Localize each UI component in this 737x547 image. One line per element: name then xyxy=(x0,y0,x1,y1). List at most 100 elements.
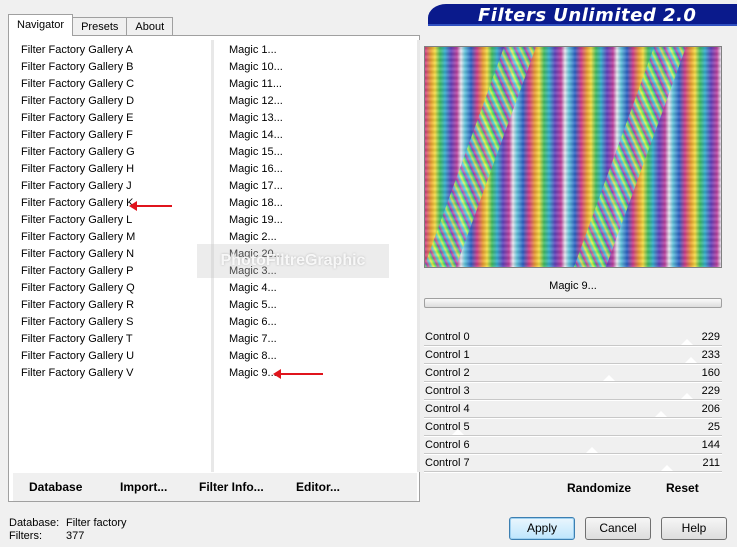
import-button[interactable]: Import... xyxy=(120,480,167,494)
control-slider[interactable]: Control 0 229 xyxy=(424,329,722,347)
control-slider[interactable]: Control 5 25 xyxy=(424,419,722,437)
status-database: Database: Filter factory xyxy=(9,517,127,529)
filter-item[interactable]: Magic 13... xyxy=(229,110,419,127)
category-item[interactable]: Filter Factory Gallery P xyxy=(21,263,211,280)
filter-item[interactable]: Magic 17... xyxy=(229,178,419,195)
control-label: Control 3 xyxy=(425,385,470,397)
filter-item[interactable]: Magic 14... xyxy=(229,127,419,144)
control-value: 206 xyxy=(701,403,720,415)
filter-item[interactable]: Magic 18... xyxy=(229,195,419,212)
red-arrow-icon xyxy=(129,201,172,211)
filter-item[interactable]: Magic 10... xyxy=(229,59,419,76)
tab-presets[interactable]: Presets xyxy=(72,17,128,36)
database-button[interactable]: Database xyxy=(29,480,82,494)
category-item[interactable]: Filter Factory Gallery C xyxy=(21,76,211,93)
control-value: 211 xyxy=(702,457,720,469)
help-button[interactable]: Help xyxy=(661,517,727,540)
filter-preview xyxy=(424,46,722,268)
control-label: Control 0 xyxy=(425,331,470,343)
apply-button[interactable]: Apply xyxy=(509,517,575,540)
filter-list: Magic 1... Magic 10... Magic 11... Magic 12… xyxy=(229,42,419,382)
preview-overlay xyxy=(425,47,721,267)
control-slider[interactable]: Control 2 160 xyxy=(424,365,722,383)
reset-button[interactable]: Reset xyxy=(666,481,699,495)
filters-unlimited-dialog: Filters Unlimited 2.0 Navigator Presets … xyxy=(0,0,737,547)
filter-item[interactable]: Magic 7... xyxy=(229,331,419,348)
red-arrow-icon xyxy=(273,369,323,379)
category-item[interactable]: Filter Factory Gallery A xyxy=(21,42,211,59)
category-list: Filter Factory Gallery A Filter Factory G… xyxy=(21,42,211,382)
category-item[interactable]: Filter Factory Gallery N xyxy=(21,246,211,263)
watermark: PhotoFiltreGraphic xyxy=(197,244,389,278)
control-label: Control 2 xyxy=(425,367,470,379)
filter-item[interactable]: Magic 6... xyxy=(229,314,419,331)
filter-item[interactable]: Magic 11... xyxy=(229,76,419,93)
tab-navigator[interactable]: Navigator xyxy=(8,14,74,36)
control-label: Control 7 xyxy=(425,457,470,469)
selected-filter-name: Magic 9... xyxy=(549,280,597,292)
category-item[interactable]: Filter Factory Gallery L xyxy=(21,212,211,229)
filter-item[interactable]: Magic 16... xyxy=(229,161,419,178)
cancel-button[interactable]: Cancel xyxy=(585,517,651,540)
slider-thumb[interactable] xyxy=(681,339,693,345)
control-slider[interactable]: Control 6 144 xyxy=(424,437,722,455)
randomize-button[interactable]: Randomize xyxy=(567,481,631,495)
category-item[interactable]: Filter Factory Gallery D xyxy=(21,93,211,110)
filter-item[interactable]: Magic 1... xyxy=(229,42,419,59)
slider-thumb[interactable] xyxy=(655,411,667,417)
status-database-label: Database: xyxy=(9,517,60,529)
control-slider[interactable]: Control 7 211 xyxy=(424,455,722,473)
control-value: 144 xyxy=(701,439,720,451)
category-item[interactable]: Filter Factory Gallery T xyxy=(21,331,211,348)
filter-item[interactable]: Magic 9... xyxy=(229,365,419,382)
control-value: 229 xyxy=(701,331,720,343)
category-item[interactable]: Filter Factory Gallery V xyxy=(21,365,211,382)
filter-info-button[interactable]: Filter Info... xyxy=(199,480,264,494)
category-item[interactable]: Filter Factory Gallery M xyxy=(21,229,211,246)
slider-thumb[interactable] xyxy=(681,393,693,399)
filter-item[interactable]: Magic 19... xyxy=(229,212,419,229)
category-item[interactable]: Filter Factory Gallery E xyxy=(21,110,211,127)
tab-about[interactable]: About xyxy=(126,17,174,36)
status-filters: Filters: 377 xyxy=(9,530,84,542)
category-item[interactable]: Filter Factory Gallery K xyxy=(21,195,211,212)
control-sliders: Control 0 229 Control 1 233 Control 2 160 Cont… xyxy=(424,329,722,473)
editor-button[interactable]: Editor... xyxy=(296,480,340,494)
filter-item[interactable]: Magic 4... xyxy=(229,280,419,297)
category-item[interactable]: Filter Factory Gallery B xyxy=(21,59,211,76)
control-slider[interactable]: Control 4 206 xyxy=(424,401,722,419)
category-item[interactable]: Filter Factory Gallery H xyxy=(21,161,211,178)
slider-thumb[interactable] xyxy=(661,465,673,471)
control-value: 233 xyxy=(701,349,720,361)
category-item[interactable]: Filter Factory Gallery F xyxy=(21,127,211,144)
control-slider[interactable]: Control 3 229 xyxy=(424,383,722,401)
filter-item[interactable]: Magic 5... xyxy=(229,297,419,314)
control-slider[interactable]: Control 1 233 xyxy=(424,347,722,365)
list-divider xyxy=(417,40,420,472)
category-item[interactable]: Filter Factory Gallery J xyxy=(21,178,211,195)
slider-thumb[interactable] xyxy=(603,375,615,381)
control-value: 160 xyxy=(701,367,720,379)
category-item[interactable]: Filter Factory Gallery S xyxy=(21,314,211,331)
status-database-value: Filter factory xyxy=(66,517,127,529)
category-item[interactable]: Filter Factory Gallery G xyxy=(21,144,211,161)
category-item[interactable]: Filter Factory Gallery R xyxy=(21,297,211,314)
filter-item[interactable]: Magic 12... xyxy=(229,93,419,110)
category-item[interactable]: Filter Factory Gallery U xyxy=(21,348,211,365)
control-label: Control 1 xyxy=(425,349,470,361)
status-filters-value: 377 xyxy=(66,530,85,542)
title-banner: Filters Unlimited 2.0 xyxy=(428,4,737,26)
slider-thumb[interactable] xyxy=(452,429,464,435)
progress-bar xyxy=(424,298,722,308)
category-item[interactable]: Filter Factory Gallery Q xyxy=(21,280,211,297)
status-filters-label: Filters: xyxy=(9,530,42,542)
control-value: 25 xyxy=(707,421,720,433)
filter-item[interactable]: Magic 8... xyxy=(229,348,419,365)
slider-thumb[interactable] xyxy=(586,447,598,453)
filter-item[interactable]: Magic 15... xyxy=(229,144,419,161)
slider-thumb[interactable] xyxy=(685,357,697,363)
slider-track[interactable] xyxy=(424,471,722,473)
control-value: 229 xyxy=(701,385,720,397)
control-label: Control 4 xyxy=(425,403,470,415)
navigator-toolbar: Database Import... Filter Info... Editor… xyxy=(13,473,417,501)
